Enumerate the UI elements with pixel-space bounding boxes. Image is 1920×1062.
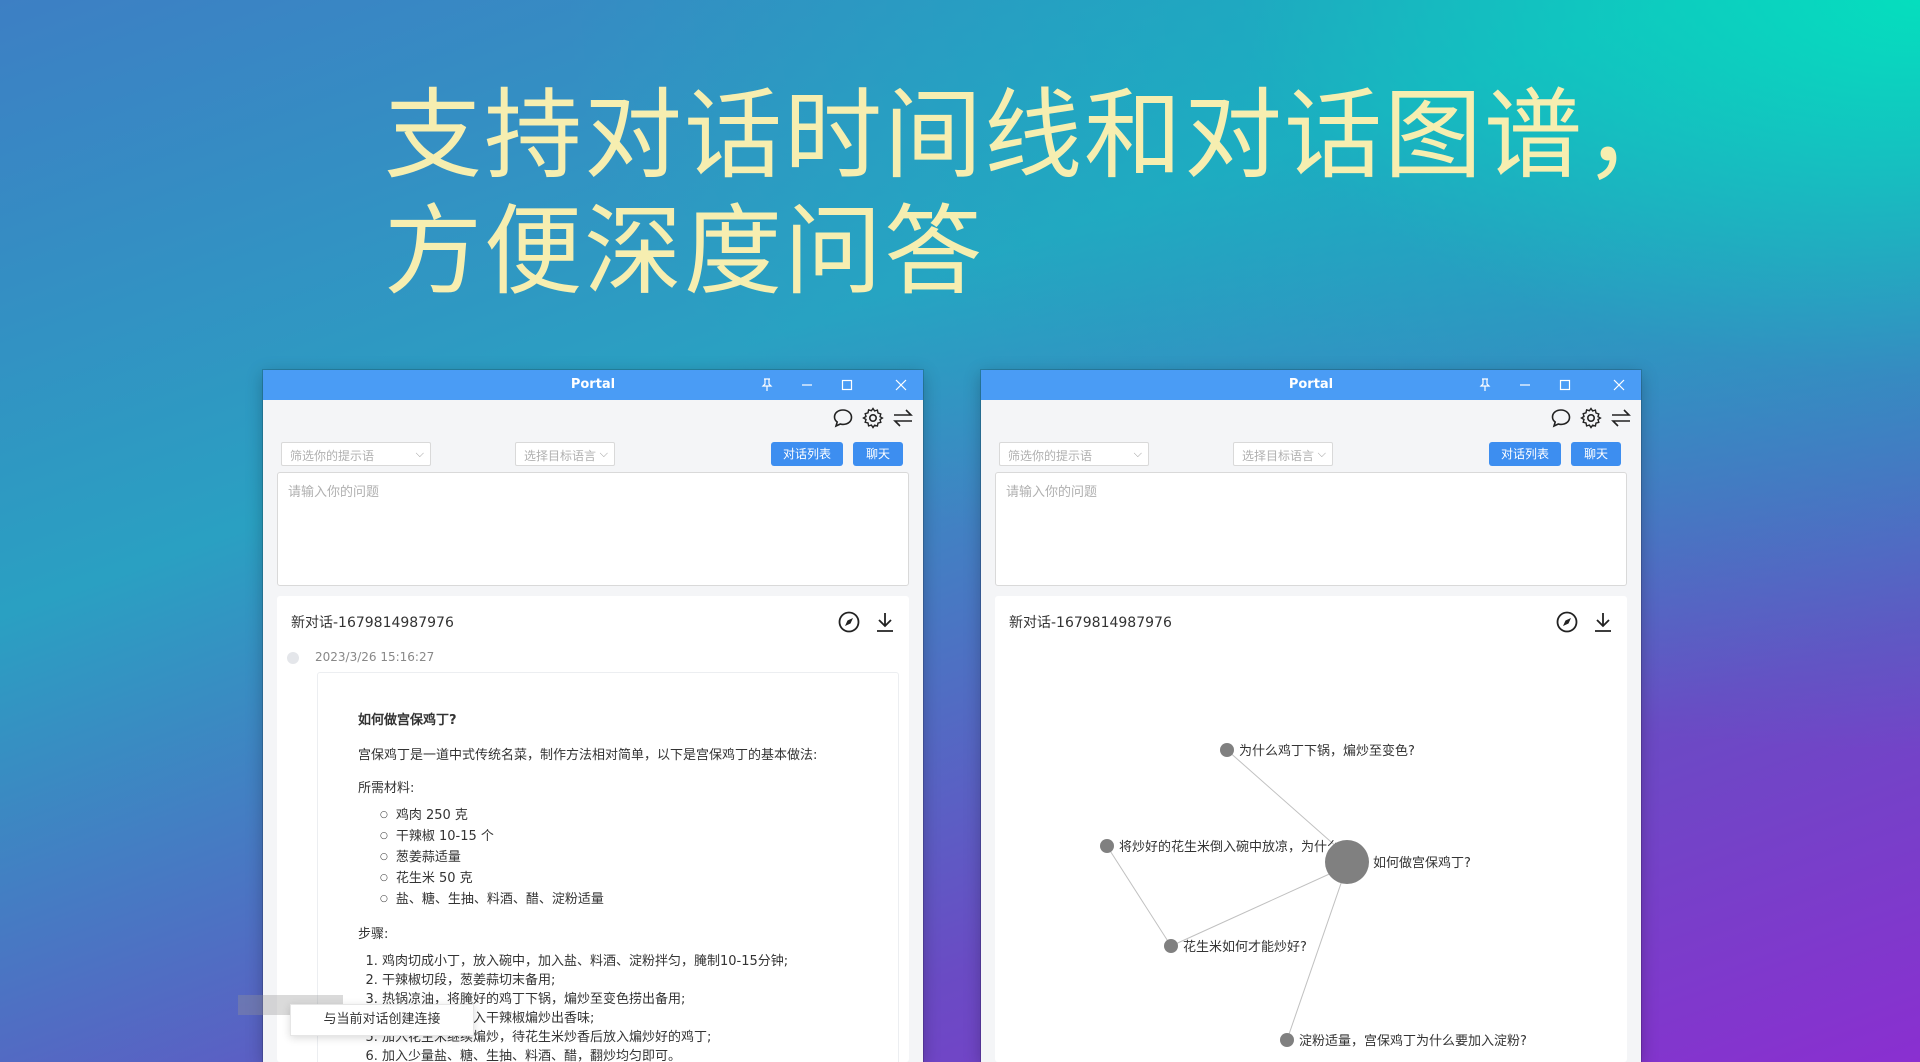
chevron-down-icon: ⌵ bbox=[415, 447, 424, 460]
graph-node-label: 如何做宫保鸡丁? bbox=[1373, 855, 1471, 871]
panel-icons bbox=[837, 610, 897, 634]
headline: 支持对话时间线和对话图谱， 方便深度问答 bbox=[384, 78, 1684, 310]
chat-button[interactable]: 聊天 bbox=[853, 442, 903, 466]
target-language-placeholder: 选择目标语言 bbox=[1242, 449, 1315, 463]
graph-node[interactable]: 淀粉适量，宫保鸡丁为什么要加入淀粉? bbox=[1280, 1033, 1527, 1049]
list-item: 鸡肉 250 克 bbox=[380, 806, 898, 827]
question-input[interactable]: 请输入你的问题 bbox=[995, 472, 1627, 586]
list-item: 葱姜蒜适量 bbox=[380, 848, 898, 869]
conversation-list-button[interactable]: 对话列表 bbox=[1489, 442, 1561, 466]
list-item: 干辣椒 10-15 个 bbox=[380, 827, 898, 848]
graph-node[interactable]: 花生米如何才能炒好? bbox=[1164, 939, 1307, 955]
target-language-select[interactable]: 选择目标语言 ⌵ bbox=[515, 442, 615, 466]
chevron-down-icon: ⌵ bbox=[599, 447, 608, 460]
headline-line-1: 支持对话时间线和对话图谱， bbox=[384, 79, 1685, 193]
maximize-icon[interactable] bbox=[1555, 375, 1575, 395]
chevron-down-icon: ⌵ bbox=[1133, 447, 1142, 460]
question-placeholder: 请输入你的问题 bbox=[288, 485, 380, 500]
graph-edges bbox=[1106, 749, 1348, 1041]
target-language-placeholder: 选择目标语言 bbox=[524, 449, 597, 463]
prompt-filter-select[interactable]: 筛选你的提示语 ⌵ bbox=[999, 442, 1149, 466]
target-language-select[interactable]: 选择目标语言 ⌵ bbox=[1233, 442, 1333, 466]
swap-icon[interactable] bbox=[891, 406, 915, 430]
graph-edge bbox=[1170, 865, 1348, 947]
chevron-down-icon: ⌵ bbox=[1317, 447, 1326, 460]
pin-icon[interactable] bbox=[757, 375, 777, 395]
graph-node-dot[interactable] bbox=[1100, 839, 1114, 853]
chat-button[interactable]: 聊天 bbox=[1571, 442, 1621, 466]
graph-node-dot[interactable] bbox=[1280, 1033, 1294, 1047]
minimize-icon[interactable] bbox=[797, 375, 817, 395]
graph-node-label: 为什么鸡丁下锅，煸炒至变色? bbox=[1239, 743, 1415, 759]
pin-icon[interactable] bbox=[1475, 375, 1495, 395]
prompt-filter-placeholder: 筛选你的提示语 bbox=[290, 449, 375, 463]
conversation-list-button[interactable]: 对话列表 bbox=[771, 442, 843, 466]
toolbar-icons bbox=[1549, 406, 1633, 430]
graph-node-dot[interactable] bbox=[1164, 939, 1178, 953]
swap-icon[interactable] bbox=[1609, 406, 1633, 430]
message-intro: 宫保鸡丁是一道中式传统名菜，制作方法相对简单，以下是宫保鸡丁的基本做法: bbox=[358, 748, 818, 763]
close-icon[interactable] bbox=[891, 375, 911, 395]
conversation-panel: 新对话-1679814987976 为什么鸡丁下锅，煸炒至变色? 将炒好的花生米… bbox=[995, 596, 1627, 1062]
graph-node-label: 将炒好的花生米倒入碗中放凉，为什么? bbox=[1119, 839, 1347, 855]
filter-bar: 筛选你的提示语 ⌵ 选择目标语言 ⌵ 对话列表 聊天 bbox=[281, 442, 905, 468]
close-icon[interactable] bbox=[1609, 375, 1629, 395]
graph-node[interactable]: 将炒好的花生米倒入碗中放凉，为什么? bbox=[1100, 839, 1347, 855]
graph-node-label: 淀粉适量，宫保鸡丁为什么要加入淀粉? bbox=[1299, 1033, 1527, 1049]
maximize-icon[interactable] bbox=[837, 375, 857, 395]
list-item: 盐、糖、生抽、料酒、醋、淀粉适量 bbox=[380, 890, 898, 911]
list-item: 鸡肉切成小丁，放入碗中，加入盐、料酒、淀粉拌匀，腌制10-15分钟; bbox=[382, 952, 898, 971]
message-question: 如何做宫保鸡丁? bbox=[358, 713, 457, 728]
graph-node[interactable]: 为什么鸡丁下锅，煸炒至变色? bbox=[1220, 743, 1415, 759]
graph-node-dot[interactable] bbox=[1220, 743, 1234, 757]
steps-heading: 步骤: bbox=[358, 927, 389, 942]
conversation-title: 新对话-1679814987976 bbox=[291, 615, 454, 631]
ingredients-list: 鸡肉 250 克 干辣椒 10-15 个 葱姜蒜适量 花生米 50 克 盐、糖、… bbox=[380, 806, 898, 911]
toolbar-icons bbox=[831, 406, 915, 430]
prompt-filter-select[interactable]: 筛选你的提示语 ⌵ bbox=[281, 442, 431, 466]
ingredients-heading: 所需材料: bbox=[358, 781, 415, 796]
chat-bubble-icon[interactable] bbox=[831, 406, 855, 430]
compass-icon[interactable] bbox=[837, 610, 861, 634]
gear-icon[interactable] bbox=[1579, 406, 1603, 430]
portal-window-timeline: Portal 筛选你的提示语 ⌵ 选择目标语言 ⌵ 对话列表 聊天 请输入你的问… bbox=[263, 370, 923, 1062]
title-bar[interactable]: Portal bbox=[981, 370, 1641, 400]
list-item: 干辣椒切段，葱姜蒜切末备用; bbox=[382, 971, 898, 990]
headline-line-2: 方便深度问答 bbox=[384, 195, 985, 309]
download-icon[interactable] bbox=[873, 610, 897, 634]
minimize-icon[interactable] bbox=[1515, 375, 1535, 395]
timeline-dot bbox=[287, 652, 299, 664]
filter-bar: 筛选你的提示语 ⌵ 选择目标语言 ⌵ 对话列表 聊天 bbox=[999, 442, 1623, 468]
title-bar[interactable]: Portal bbox=[263, 370, 923, 400]
question-input[interactable]: 请输入你的问题 bbox=[277, 472, 909, 586]
graph-node-label: 花生米如何才能炒好? bbox=[1183, 939, 1307, 955]
gear-icon[interactable] bbox=[861, 406, 885, 430]
conversation-graph[interactable]: 为什么鸡丁下锅，煸炒至变色? 将炒好的花生米倒入碗中放凉，为什么? 如何做宫保鸡… bbox=[995, 596, 1627, 1062]
window-title: Portal bbox=[570, 377, 616, 392]
graph-edge bbox=[1106, 845, 1172, 947]
list-item: 加入少量盐、糖、生抽、料酒、醋，翻炒均匀即可。 bbox=[382, 1047, 898, 1062]
graph-node[interactable]: 如何做宫保鸡丁? bbox=[1325, 840, 1471, 884]
list-item: 花生米 50 克 bbox=[380, 869, 898, 890]
window-title: Portal bbox=[1288, 377, 1334, 392]
prompt-filter-placeholder: 筛选你的提示语 bbox=[1008, 449, 1093, 463]
context-menu-create-link[interactable]: 与当前对话创建连接 bbox=[290, 1004, 474, 1036]
conversation-panel: 新对话-1679814987976 2023/3/26 15:16:27 如何做… bbox=[277, 596, 909, 1062]
graph-nodes: 为什么鸡丁下锅，煸炒至变色? 将炒好的花生米倒入碗中放凉，为什么? 如何做宫保鸡… bbox=[1100, 743, 1527, 1049]
timeline-timestamp: 2023/3/26 15:16:27 bbox=[315, 650, 435, 664]
graph-node-dot-root[interactable] bbox=[1325, 840, 1369, 884]
question-placeholder: 请输入你的问题 bbox=[1006, 485, 1098, 500]
portal-window-graph: Portal 筛选你的提示语 ⌵ 选择目标语言 ⌵ 对话列表 聊天 请输入你的问… bbox=[981, 370, 1641, 1062]
chat-bubble-icon[interactable] bbox=[1549, 406, 1573, 430]
